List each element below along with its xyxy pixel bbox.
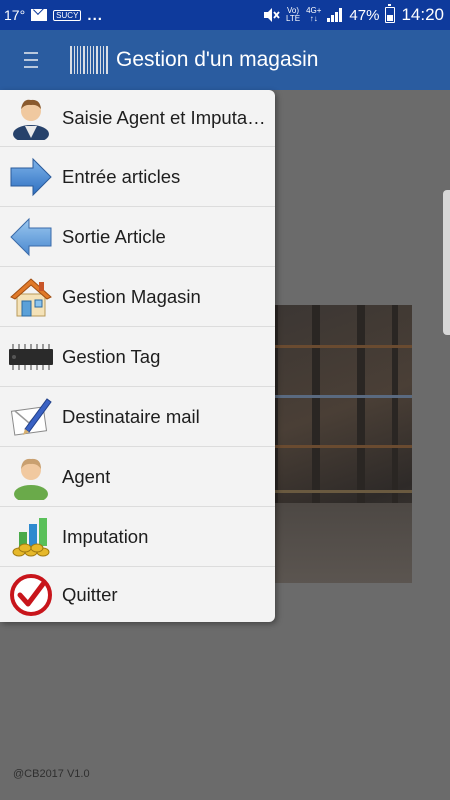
mute-icon bbox=[264, 8, 280, 22]
menu-item-label: Gestion Magasin bbox=[62, 285, 201, 307]
side-panel-handle[interactable] bbox=[443, 190, 450, 335]
battery-percent: 47% bbox=[349, 6, 380, 24]
warehouse-image bbox=[262, 305, 412, 583]
status-bar-left: 17° SUCY ... bbox=[4, 7, 103, 24]
mail-icon bbox=[31, 9, 48, 21]
clock: 14:20 bbox=[401, 5, 444, 24]
menu-item-quitter[interactable]: Quitter bbox=[0, 567, 275, 622]
menu-item-destinataire-mail[interactable]: Destinataire mail bbox=[0, 387, 275, 447]
menu-item-gestion-tag[interactable]: Gestion Tag bbox=[0, 327, 275, 387]
temperature-text: 17° bbox=[4, 7, 26, 23]
menu-item-label: Agent bbox=[62, 465, 111, 487]
coins-chart-icon bbox=[8, 514, 54, 560]
mail-pen-icon bbox=[8, 394, 54, 440]
menu-item-label: Entrée articles bbox=[62, 165, 181, 187]
menu-item-label: Gestion Tag bbox=[62, 345, 161, 367]
menu-item-label: Quitter bbox=[62, 583, 118, 605]
volte-indicator: Vo) LTE bbox=[286, 7, 300, 23]
menu-item-label: Destinataire mail bbox=[62, 405, 200, 427]
app-bar: Gestion d'un magasin bbox=[0, 30, 450, 90]
menu-item-gestion-magasin[interactable]: Gestion Magasin bbox=[0, 267, 275, 327]
barcode-icon bbox=[70, 46, 109, 74]
status-bar: 17° SUCY ... Vo) LTE 4G+ ↑↓ 47% 14:20 bbox=[0, 0, 450, 30]
person-icon bbox=[8, 454, 54, 500]
menu-item-label: Saisie Agent et Imputation bbox=[62, 107, 270, 128]
notification-badge: SUCY bbox=[53, 9, 82, 21]
volte-line-2: LTE bbox=[286, 14, 301, 23]
copyright-text: @CB2017 V1.0 bbox=[13, 768, 90, 780]
menu-item-agent[interactable]: Agent bbox=[0, 447, 275, 507]
app-title: Gestion d'un magasin bbox=[116, 48, 319, 71]
check-circle-icon bbox=[8, 572, 54, 618]
menu-item-imputation[interactable]: Imputation bbox=[0, 507, 275, 567]
menu-item-saisie-agent-imputation[interactable]: Saisie Agent et Imputation bbox=[0, 90, 275, 147]
more-notifications-icon: ... bbox=[87, 6, 103, 24]
arrow-left-icon bbox=[8, 214, 54, 260]
signal-icon bbox=[327, 8, 343, 22]
status-bar-right: Vo) LTE 4G+ ↑↓ 47% 14:20 bbox=[262, 4, 444, 25]
menu-item-entree-articles[interactable]: Entrée articles bbox=[0, 147, 275, 207]
agent-imputation-icon bbox=[8, 95, 54, 141]
network-line-2: ↑↓ bbox=[309, 14, 318, 23]
menu-icon[interactable] bbox=[24, 52, 38, 68]
network-type-indicator: 4G+ ↑↓ bbox=[306, 7, 321, 23]
battery-icon bbox=[385, 4, 396, 23]
menu-item-sortie-article[interactable]: Sortie Article bbox=[0, 207, 275, 267]
menu-item-label: Imputation bbox=[62, 525, 149, 547]
house-icon bbox=[8, 274, 54, 320]
menu-item-label: Sortie Article bbox=[62, 225, 166, 247]
arrow-right-icon bbox=[8, 154, 54, 200]
navigation-drawer: Saisie Agent et Imputation Entrée articl… bbox=[0, 90, 275, 622]
chip-icon bbox=[8, 334, 54, 380]
